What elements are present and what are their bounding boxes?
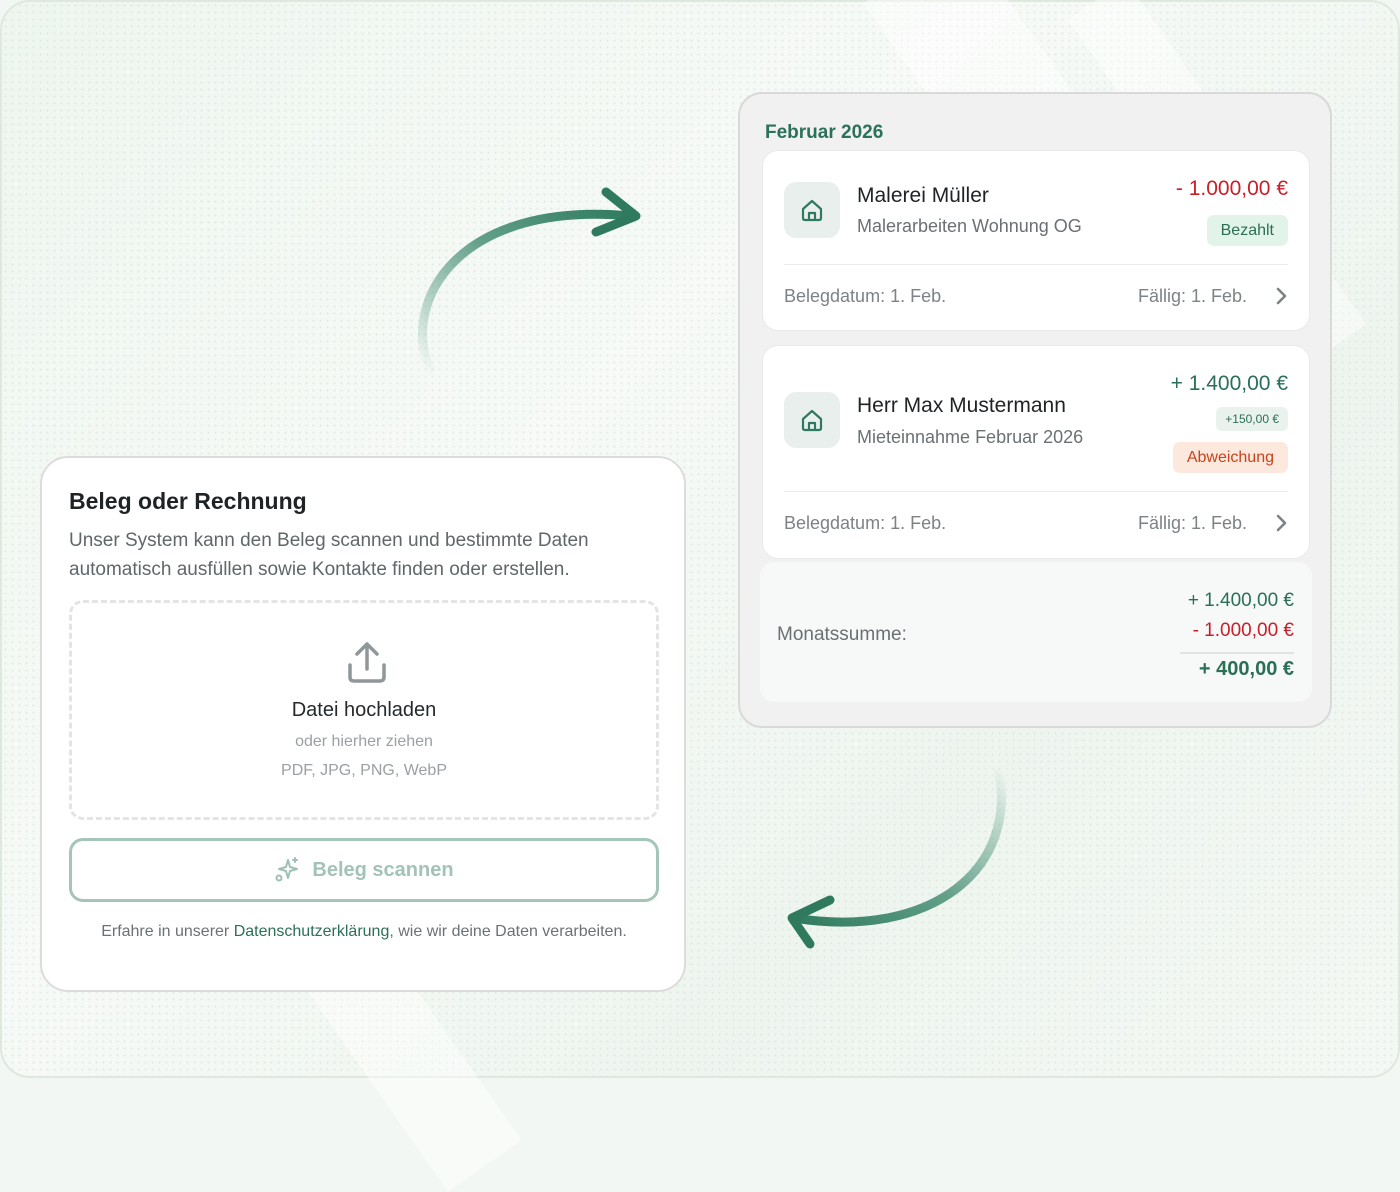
transaction-card[interactable]: Herr Max Mustermann Mieteinnahme Februar…	[762, 345, 1310, 559]
status-badge: Bezahlt	[1206, 215, 1288, 246]
transaction-card[interactable]: Malerei Müller Malerarbeiten Wohnung OG …	[762, 150, 1310, 331]
dropzone-formats: PDF, JPG, PNG, WebP	[281, 762, 447, 779]
transaction-amount: + 1.400,00 €	[1170, 372, 1288, 395]
transaction-description: Mieteinnahme Februar 2026	[857, 427, 1084, 447]
chevron-right-icon[interactable]	[1274, 286, 1288, 306]
curved-arrow-icon	[787, 763, 1006, 949]
privacy-note: Erfahre in unserer Datenschutzerklärung,…	[69, 920, 659, 943]
privacy-suffix: , wie wir deine Daten verarbeiten.	[389, 923, 627, 940]
month-heading: Februar 2026	[765, 122, 884, 143]
transactions-panel: Februar 2026 Malerei Müller Malerarbeite…	[738, 92, 1332, 728]
transaction-amount: - 1.000,00 €	[1175, 177, 1288, 200]
privacy-prefix: Erfahre in unserer	[101, 923, 234, 940]
summary-expense: - 1.000,00 €	[1192, 620, 1294, 641]
receipt-date: Belegdatum: 1. Feb.	[784, 513, 947, 533]
monthly-summary: Monatssumme: + 1.400,00 € - 1.000,00 € +…	[760, 562, 1312, 702]
sparkles-icon	[275, 857, 299, 882]
dropzone-title: Datei hochladen	[291, 699, 437, 721]
summary-divider	[1180, 652, 1294, 654]
upload-title: Beleg oder Rechnung	[69, 488, 307, 514]
chevron-right-icon[interactable]	[1274, 513, 1288, 533]
upload-description: Unser System kann den Beleg scannen und …	[69, 530, 589, 580]
dropzone-hint: oder hierher ziehen	[295, 733, 433, 750]
due-date: Fällig: 1. Feb.	[1137, 513, 1247, 533]
divider	[784, 491, 1288, 492]
upload-card: Beleg oder Rechnung Unser System kann de…	[40, 456, 686, 992]
status-badge: Abweichung	[1172, 442, 1288, 473]
divider	[784, 264, 1288, 265]
difference-badge: +150,00 €	[1216, 407, 1288, 431]
file-dropzone[interactable]: Datei hochladen oder hierher ziehen PDF,…	[69, 600, 659, 820]
house-icon	[784, 182, 840, 238]
scan-button-label: Beleg scannen	[312, 858, 454, 881]
transaction-name: Herr Max Mustermann	[857, 394, 1066, 417]
scan-receipt-button[interactable]: Beleg scannen	[69, 838, 659, 902]
transaction-name: Malerei Müller	[857, 184, 989, 207]
summary-label: Monatssumme:	[777, 624, 907, 645]
transaction-description: Malerarbeiten Wohnung OG	[857, 216, 1082, 236]
receipt-date: Belegdatum: 1. Feb.	[784, 286, 947, 306]
due-date: Fällig: 1. Feb.	[1137, 286, 1247, 306]
summary-income: + 1.400,00 €	[1187, 590, 1294, 611]
curved-arrow-icon	[418, 187, 641, 375]
house-icon	[784, 392, 840, 448]
privacy-policy-link[interactable]: Datenschutzerklärung	[234, 923, 390, 940]
summary-total: + 400,00 €	[1198, 658, 1294, 680]
upload-icon	[348, 642, 386, 683]
